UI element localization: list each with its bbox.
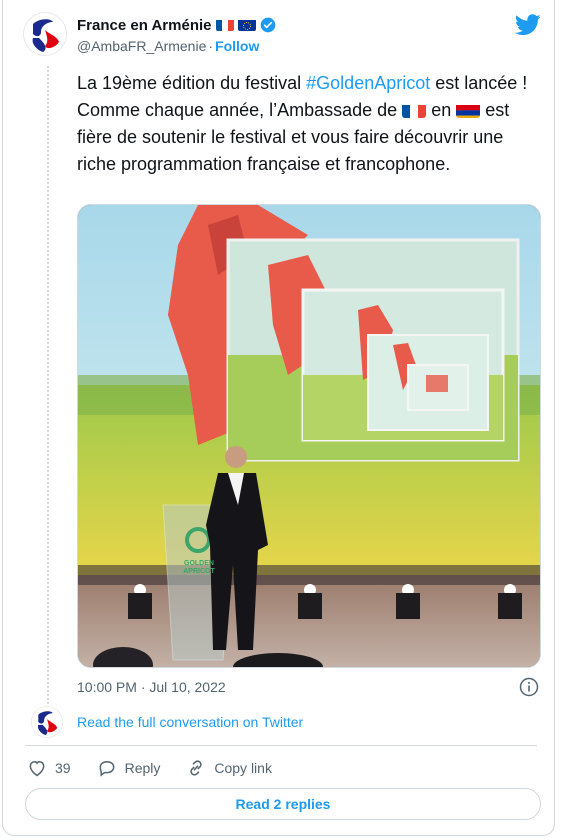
link-icon: [190, 760, 202, 776]
follow-button[interactable]: Follow: [215, 38, 259, 54]
handle-separator: ·: [208, 38, 214, 54]
france-flag-emoji-icon: [402, 102, 427, 118]
divider: [25, 745, 537, 746]
tweet-timestamp[interactable]: 10:00 PM · Jul 10, 2022: [77, 679, 226, 695]
small-avatar: [31, 706, 63, 738]
thread-line: [47, 66, 49, 706]
copy-link-label: Copy link: [214, 760, 272, 776]
read-replies-button[interactable]: Read 2 replies: [25, 788, 541, 820]
info-icon[interactable]: [519, 677, 539, 697]
podium-logo-text: GOLDEN APRICOT: [178, 560, 220, 576]
tweet-card: France en Arménie @AmbaFR_Armenie · Foll…: [2, 0, 555, 836]
twitter-bird-icon[interactable]: [515, 14, 541, 36]
like-button[interactable]: 39: [27, 758, 71, 778]
author-name[interactable]: France en Arménie: [77, 17, 212, 34]
hashtag-link[interactable]: #GoldenApricot: [306, 73, 430, 93]
france-flag-icon: [215, 19, 234, 31]
tweet-photo[interactable]: GOLDEN APRICOT: [77, 204, 541, 668]
read-conversation-link[interactable]: Read the full conversation on Twitter: [77, 714, 303, 730]
read-conversation-row[interactable]: Read the full conversation on Twitter: [31, 706, 303, 738]
podium-logo-line1: GOLDEN: [184, 560, 214, 567]
eu-flag-icon: [237, 19, 256, 31]
action-bar: 39 Reply Copy link: [27, 758, 298, 778]
heart-icon: [29, 760, 45, 777]
reply-label: Reply: [124, 760, 161, 776]
tweet-text: La 19ème édition du festival #GoldenApri…: [77, 70, 542, 178]
tweet-text-part1: La 19ème édition du festival: [77, 73, 307, 93]
reply-button[interactable]: Reply: [97, 758, 161, 778]
like-count: 39: [55, 760, 71, 776]
armenia-flag-emoji-icon: [456, 102, 481, 118]
copy-link-button[interactable]: Copy link: [186, 758, 272, 778]
tweet-text-part3: en: [431, 100, 457, 120]
author-handle[interactable]: @AmbaFR_Armenie: [77, 38, 206, 54]
podium-logo-line2: APRICOT: [183, 568, 215, 575]
verified-badge-icon: [260, 17, 275, 33]
reply-bubble-icon: [99, 760, 114, 777]
author-avatar[interactable]: [23, 12, 67, 56]
